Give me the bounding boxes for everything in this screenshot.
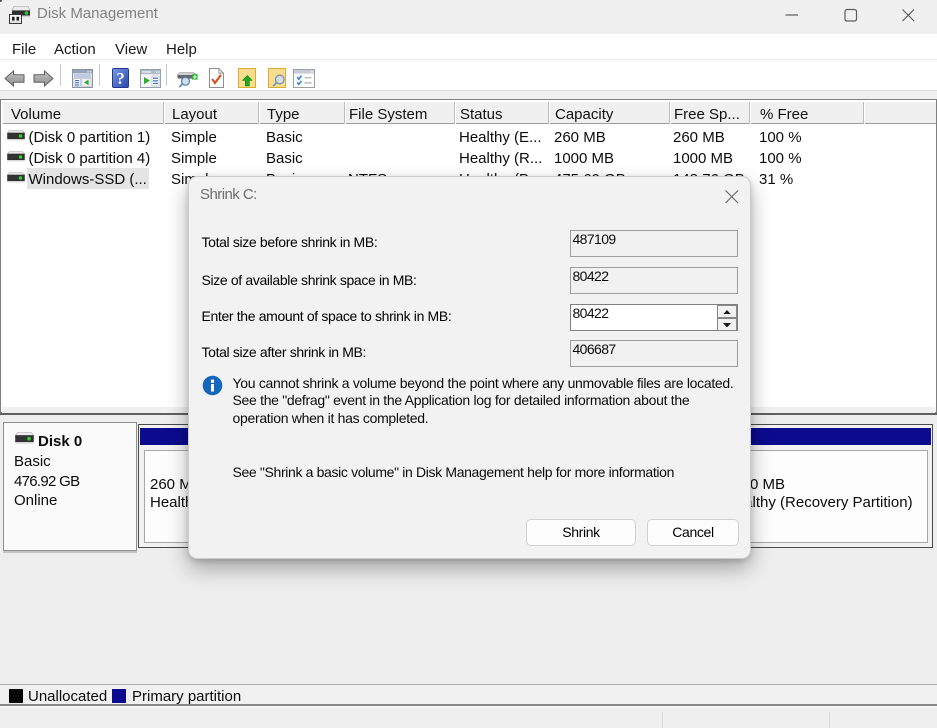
svg-text:?: ? bbox=[116, 69, 125, 88]
